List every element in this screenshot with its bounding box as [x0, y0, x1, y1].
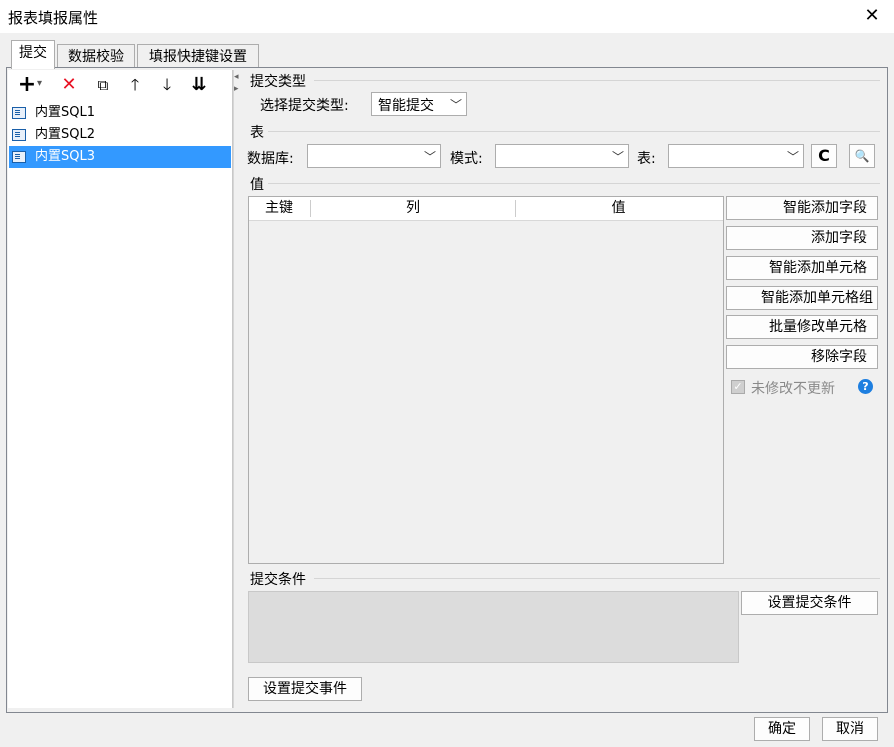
table-label: 表:	[637, 151, 656, 167]
no-update-label: 未修改不更新	[751, 381, 835, 397]
smart-add-cell-group-button[interactable]: 智能添加单元格组	[726, 286, 878, 310]
values-section-label: 值	[250, 177, 264, 193]
ok-button[interactable]: 确定	[754, 717, 810, 741]
condition-display	[248, 591, 739, 663]
move-down-icon[interactable]: 🡓	[156, 74, 178, 96]
title-bar	[0, 0, 894, 33]
table-section-label: 表	[250, 125, 264, 141]
cancel-button[interactable]: 取消	[822, 717, 878, 741]
panel-splitter[interactable]	[233, 70, 240, 708]
window-title: 报表填报属性	[8, 9, 99, 27]
smart-add-cell-button[interactable]: 智能添加单元格	[726, 256, 878, 280]
submit-type-value: 智能提交	[378, 98, 434, 114]
tab-submit[interactable]: 提交	[11, 40, 55, 69]
tree-item-label: 内置SQL1	[35, 105, 95, 120]
add-dropdown-icon[interactable]: ▾	[37, 78, 42, 89]
submit-type-label: 选择提交类型:	[260, 98, 349, 114]
no-update-checkbox[interactable]: ✓	[731, 380, 745, 394]
sql-icon	[12, 151, 26, 163]
tree-item-label: 内置SQL3	[35, 149, 95, 164]
delete-icon[interactable]: ✕	[58, 74, 80, 96]
values-table[interactable]	[248, 196, 724, 564]
tab-shortcut-settings[interactable]: 填报快捷键设置	[137, 44, 259, 69]
sql-icon	[12, 107, 26, 119]
help-icon[interactable]: ?	[858, 379, 873, 394]
chevron-down-icon: ﹀	[449, 98, 462, 112]
chevron-down-icon: ﹀	[786, 150, 799, 164]
set-submit-event-button[interactable]: 设置提交事件	[248, 677, 362, 701]
column-header-primary-key[interactable]: 主键	[249, 197, 309, 220]
remove-field-button[interactable]: 移除字段	[726, 345, 878, 369]
submit-type-select[interactable]: 智能提交 ﹀	[371, 92, 467, 116]
tree-item-sql3[interactable]: 内置SQL3	[9, 146, 231, 168]
tree-item-label: 内置SQL2	[35, 127, 95, 142]
set-submit-condition-button[interactable]: 设置提交条件	[741, 591, 878, 615]
sql-icon	[12, 129, 26, 141]
move-up-icon[interactable]: 🡑	[124, 74, 146, 96]
copy-icon[interactable]: ⧉	[92, 74, 114, 96]
preview-icon[interactable]: 🔍	[849, 144, 875, 168]
refresh-icon[interactable]: C	[811, 144, 837, 168]
chevron-down-icon: ﹀	[611, 150, 624, 164]
collapse-left-icon[interactable]: ◂	[234, 72, 239, 82]
section-divider	[268, 131, 880, 132]
column-header-column[interactable]: 列	[311, 197, 515, 220]
tree-item-sql1[interactable]: 内置SQL1	[9, 102, 231, 124]
sort-icon[interactable]: ⇊	[188, 74, 210, 96]
submit-type-section-label: 提交类型	[250, 74, 306, 90]
tab-data-validation[interactable]: 数据校验	[57, 44, 135, 69]
condition-section-label: 提交条件	[250, 572, 306, 588]
chevron-down-icon: ﹀	[423, 150, 436, 164]
close-icon[interactable]: ✕	[860, 4, 884, 28]
database-label: 数据库:	[247, 151, 294, 167]
section-divider	[314, 578, 880, 579]
expand-right-icon[interactable]: ▸	[234, 84, 239, 94]
schema-select[interactable]: ﹀	[495, 144, 629, 168]
database-select[interactable]: ﹀	[307, 144, 441, 168]
column-header-value[interactable]: 值	[516, 197, 721, 220]
table-select[interactable]: ﹀	[668, 144, 804, 168]
smart-add-field-button[interactable]: 智能添加字段	[726, 196, 878, 220]
tree-item-sql2[interactable]: 内置SQL2	[9, 124, 231, 146]
add-field-button[interactable]: 添加字段	[726, 226, 878, 250]
batch-modify-cell-button[interactable]: 批量修改单元格	[726, 315, 878, 339]
section-divider	[268, 183, 880, 184]
schema-label: 模式:	[450, 151, 483, 167]
section-divider	[314, 80, 880, 81]
add-icon[interactable]: +	[16, 74, 38, 96]
